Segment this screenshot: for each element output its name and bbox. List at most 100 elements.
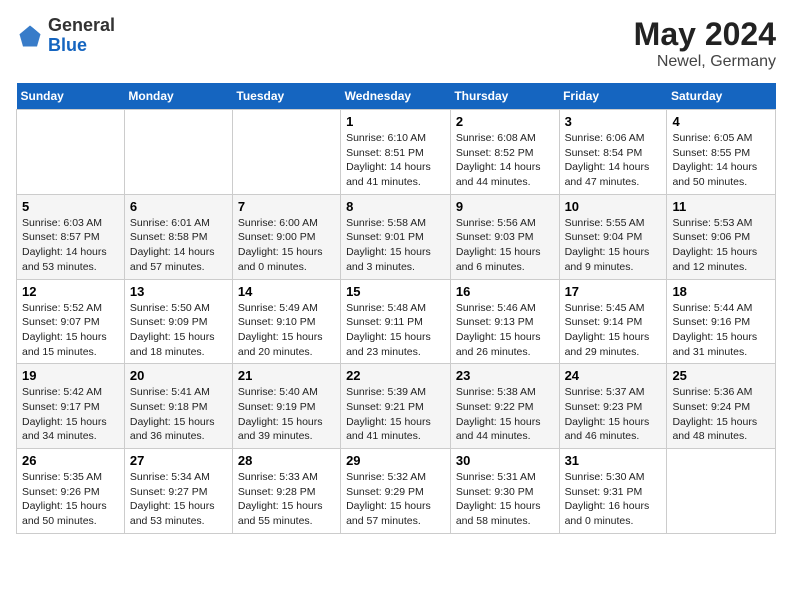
calendar-cell — [232, 110, 340, 195]
calendar-cell: 20 Sunrise: 5:41 AM Sunset: 9:18 PM Dayli… — [124, 364, 232, 449]
weekday-header-cell: Saturday — [667, 83, 776, 110]
calendar-cell: 1 Sunrise: 6:10 AM Sunset: 8:51 PM Daylig… — [341, 110, 451, 195]
calendar-cell: 15Sunrise: 5:48 AM Sunset: 9:11 PM Dayli… — [341, 279, 451, 364]
calendar-cell: 11 Sunrise: 5:53 AM Sunset: 9:06 PM Dayli… — [667, 194, 776, 279]
day-info: Sunrise: 5:53 AM Sunset: 9:06 PM Dayligh… — [672, 216, 770, 275]
calendar-week-row: 19Sunrise: 5:42 AM Sunset: 9:17 PM Dayli… — [17, 364, 776, 449]
calendar-cell: 4 Sunrise: 6:05 AM Sunset: 8:55 PM Daylig… — [667, 110, 776, 195]
day-info: Sunrise: 6:03 AM Sunset: 8:57 PM Dayligh… — [22, 216, 119, 275]
day-info: Sunrise: 5:40 AM Sunset: 9:19 PM Dayligh… — [238, 385, 335, 444]
calendar-cell: 27 Sunrise: 5:34 AM Sunset: 9:27 PM Dayli… — [124, 449, 232, 534]
day-info: Sunrise: 6:10 AM Sunset: 8:51 PM Dayligh… — [346, 131, 445, 190]
calendar-cell: 21Sunrise: 5:40 AM Sunset: 9:19 PM Dayli… — [232, 364, 340, 449]
weekday-header-row: SundayMondayTuesdayWednesdayThursdayFrid… — [17, 83, 776, 110]
location: Newel, Germany — [634, 53, 776, 71]
day-number: 7 — [238, 199, 335, 214]
day-number: 27 — [130, 453, 227, 468]
calendar-cell: 6 Sunrise: 6:01 AM Sunset: 8:58 PM Daylig… — [124, 194, 232, 279]
day-info: Sunrise: 6:05 AM Sunset: 8:55 PM Dayligh… — [672, 131, 770, 190]
calendar-week-row: 26 Sunrise: 5:35 AM Sunset: 9:26 PM Dayli… — [17, 449, 776, 534]
calendar-cell: 10Sunrise: 5:55 AM Sunset: 9:04 PM Dayli… — [559, 194, 667, 279]
calendar-cell: 30 Sunrise: 5:31 AM Sunset: 9:30 PM Dayli… — [450, 449, 559, 534]
weekday-header-cell: Sunday — [17, 83, 125, 110]
day-number: 20 — [130, 368, 227, 383]
day-number: 12 — [22, 284, 119, 299]
day-number: 5 — [22, 199, 119, 214]
day-info: Sunrise: 5:48 AM Sunset: 9:11 PM Dayligh… — [346, 301, 445, 360]
day-info: Sunrise: 5:52 AM Sunset: 9:07 PM Dayligh… — [22, 301, 119, 360]
day-info: Sunrise: 5:42 AM Sunset: 9:17 PM Dayligh… — [22, 385, 119, 444]
calendar-cell: 14 Sunrise: 5:49 AM Sunset: 9:10 PM Dayli… — [232, 279, 340, 364]
day-info: Sunrise: 5:41 AM Sunset: 9:18 PM Dayligh… — [130, 385, 227, 444]
calendar-cell: 31 Sunrise: 5:30 AM Sunset: 9:31 PM Dayli… — [559, 449, 667, 534]
weekday-header-cell: Wednesday — [341, 83, 451, 110]
day-number: 14 — [238, 284, 335, 299]
weekday-header-cell: Tuesday — [232, 83, 340, 110]
month-title: May 2024 — [634, 16, 776, 53]
day-info: Sunrise: 5:46 AM Sunset: 9:13 PM Dayligh… — [456, 301, 554, 360]
weekday-header-cell: Friday — [559, 83, 667, 110]
day-info: Sunrise: 5:49 AM Sunset: 9:10 PM Dayligh… — [238, 301, 335, 360]
day-number: 1 — [346, 114, 445, 129]
calendar-week-row: 1 Sunrise: 6:10 AM Sunset: 8:51 PM Daylig… — [17, 110, 776, 195]
calendar-week-row: 12 Sunrise: 5:52 AM Sunset: 9:07 PM Dayli… — [17, 279, 776, 364]
day-info: Sunrise: 5:44 AM Sunset: 9:16 PM Dayligh… — [672, 301, 770, 360]
day-info: Sunrise: 5:38 AM Sunset: 9:22 PM Dayligh… — [456, 385, 554, 444]
day-info: Sunrise: 5:30 AM Sunset: 9:31 PM Dayligh… — [565, 470, 662, 529]
day-number: 6 — [130, 199, 227, 214]
day-info: Sunrise: 5:31 AM Sunset: 9:30 PM Dayligh… — [456, 470, 554, 529]
day-info: Sunrise: 5:33 AM Sunset: 9:28 PM Dayligh… — [238, 470, 335, 529]
logo-icon — [16, 22, 44, 50]
day-number: 25 — [672, 368, 770, 383]
calendar-cell: 25 Sunrise: 5:36 AM Sunset: 9:24 PM Dayli… — [667, 364, 776, 449]
logo-blue-text: Blue — [48, 35, 87, 55]
title-block: May 2024 Newel, Germany — [634, 16, 776, 71]
day-number: 10 — [565, 199, 662, 214]
day-number: 26 — [22, 453, 119, 468]
day-number: 30 — [456, 453, 554, 468]
calendar-cell: 9Sunrise: 5:56 AM Sunset: 9:03 PM Daylig… — [450, 194, 559, 279]
calendar-cell: 12 Sunrise: 5:52 AM Sunset: 9:07 PM Dayli… — [17, 279, 125, 364]
calendar-week-row: 5 Sunrise: 6:03 AM Sunset: 8:57 PM Daylig… — [17, 194, 776, 279]
calendar-cell: 23Sunrise: 5:38 AM Sunset: 9:22 PM Dayli… — [450, 364, 559, 449]
calendar-body: 1 Sunrise: 6:10 AM Sunset: 8:51 PM Daylig… — [17, 110, 776, 534]
day-number: 29 — [346, 453, 445, 468]
day-number: 16 — [456, 284, 554, 299]
day-number: 11 — [672, 199, 770, 214]
day-number: 18 — [672, 284, 770, 299]
day-info: Sunrise: 5:50 AM Sunset: 9:09 PM Dayligh… — [130, 301, 227, 360]
day-info: Sunrise: 5:34 AM Sunset: 9:27 PM Dayligh… — [130, 470, 227, 529]
day-info: Sunrise: 6:06 AM Sunset: 8:54 PM Dayligh… — [565, 131, 662, 190]
day-info: Sunrise: 5:35 AM Sunset: 9:26 PM Dayligh… — [22, 470, 119, 529]
calendar-cell: 22Sunrise: 5:39 AM Sunset: 9:21 PM Dayli… — [341, 364, 451, 449]
calendar-cell: 5 Sunrise: 6:03 AM Sunset: 8:57 PM Daylig… — [17, 194, 125, 279]
weekday-header-cell: Thursday — [450, 83, 559, 110]
calendar-cell: 17Sunrise: 5:45 AM Sunset: 9:14 PM Dayli… — [559, 279, 667, 364]
day-info: Sunrise: 6:01 AM Sunset: 8:58 PM Dayligh… — [130, 216, 227, 275]
day-number: 9 — [456, 199, 554, 214]
day-number: 8 — [346, 199, 445, 214]
calendar-cell: 16 Sunrise: 5:46 AM Sunset: 9:13 PM Dayli… — [450, 279, 559, 364]
calendar-cell: 24Sunrise: 5:37 AM Sunset: 9:23 PM Dayli… — [559, 364, 667, 449]
calendar-cell: 18 Sunrise: 5:44 AM Sunset: 9:16 PM Dayli… — [667, 279, 776, 364]
weekday-header-cell: Monday — [124, 83, 232, 110]
logo: General Blue — [16, 16, 115, 56]
day-number: 3 — [565, 114, 662, 129]
day-info: Sunrise: 5:45 AM Sunset: 9:14 PM Dayligh… — [565, 301, 662, 360]
day-number: 24 — [565, 368, 662, 383]
day-info: Sunrise: 5:58 AM Sunset: 9:01 PM Dayligh… — [346, 216, 445, 275]
day-number: 31 — [565, 453, 662, 468]
day-number: 4 — [672, 114, 770, 129]
day-info: Sunrise: 5:32 AM Sunset: 9:29 PM Dayligh… — [346, 470, 445, 529]
calendar-cell: 3 Sunrise: 6:06 AM Sunset: 8:54 PM Daylig… — [559, 110, 667, 195]
day-number: 22 — [346, 368, 445, 383]
calendar-cell: 26 Sunrise: 5:35 AM Sunset: 9:26 PM Dayli… — [17, 449, 125, 534]
page-header: General Blue May 2024 Newel, Germany — [16, 16, 776, 71]
calendar-cell: 28Sunrise: 5:33 AM Sunset: 9:28 PM Dayli… — [232, 449, 340, 534]
logo-general-text: General — [48, 15, 115, 35]
calendar-cell: 7Sunrise: 6:00 AM Sunset: 9:00 PM Daylig… — [232, 194, 340, 279]
day-info: Sunrise: 5:36 AM Sunset: 9:24 PM Dayligh… — [672, 385, 770, 444]
day-info: Sunrise: 6:08 AM Sunset: 8:52 PM Dayligh… — [456, 131, 554, 190]
day-number: 13 — [130, 284, 227, 299]
calendar-cell: 13 Sunrise: 5:50 AM Sunset: 9:09 PM Dayli… — [124, 279, 232, 364]
